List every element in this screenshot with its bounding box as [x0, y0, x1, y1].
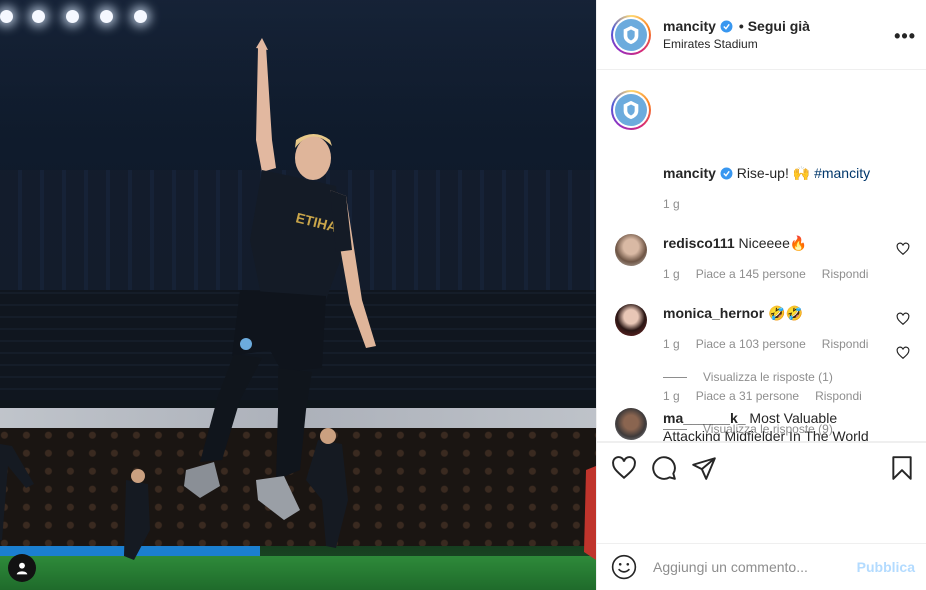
comment-likes[interactable]: Piace a 103 persone: [696, 337, 806, 351]
post-actions-bar: [597, 443, 926, 493]
emoji-smiley-icon[interactable]: [611, 554, 637, 580]
caption-avatar[interactable]: [611, 90, 651, 130]
comment-message: Niceeee🔥: [738, 235, 808, 251]
profile-avatar[interactable]: [611, 14, 651, 55]
comment-like-heart-icon[interactable]: [896, 312, 910, 326]
publish-button[interactable]: Pubblica: [857, 559, 915, 575]
comments-list: mancity Rise-up! 🙌 #mancity 1 g redisco1…: [597, 70, 926, 442]
comment-text: monica_hernor 🤣🤣: [663, 304, 883, 322]
comment-like-heart-icon[interactable]: [896, 346, 910, 360]
post-location[interactable]: Emirates Stadium: [663, 37, 810, 51]
comment-input[interactable]: [653, 559, 853, 575]
view-replies-label: Visualizza le risposte (1): [703, 370, 833, 384]
comment-text: redisco111 Niceeee🔥: [663, 234, 883, 252]
comment-message: 🤣🤣: [768, 305, 803, 321]
view-replies-label: Visualizza le risposte (9): [703, 422, 833, 436]
heart-icon[interactable]: [611, 455, 637, 481]
comment-icon[interactable]: [651, 455, 677, 481]
caption-message: Rise-up!: [736, 165, 789, 181]
caption-meta: 1 g: [663, 197, 680, 211]
comment-likes[interactable]: Piace a 31 persone: [696, 389, 799, 403]
caption-age[interactable]: 1 g: [663, 197, 680, 211]
caption-hashtag[interactable]: #mancity: [814, 165, 870, 181]
caption-text: mancity Rise-up! 🙌 #mancity: [663, 164, 913, 182]
post-header: mancity • Segui già Emirates Stadium •••: [597, 0, 926, 70]
view-replies-button[interactable]: Visualizza le risposte (1): [663, 370, 833, 384]
comment-like-heart-icon[interactable]: [896, 242, 910, 256]
caption-emoji: 🙌: [792, 165, 811, 181]
comment-age[interactable]: 1 g: [663, 267, 680, 281]
comment-avatar[interactable]: [615, 234, 647, 266]
verified-badge-icon: [720, 167, 733, 180]
comment-meta: 1 g Piace a 31 persone Rispondi: [663, 389, 862, 403]
following-status[interactable]: • Segui già: [739, 18, 810, 34]
mancity-crest-icon: [615, 94, 647, 126]
post-photo[interactable]: ETIHAD: [0, 0, 596, 590]
comment-avatar[interactable]: [615, 304, 647, 336]
comment-age[interactable]: 1 g: [663, 337, 680, 351]
add-comment-bar: Pubblica: [597, 543, 926, 590]
comment-reply-button[interactable]: Rispondi: [822, 267, 869, 281]
comment-username[interactable]: monica_hernor: [663, 305, 764, 321]
tagged-users-button[interactable]: [8, 554, 36, 582]
more-options-icon[interactable]: •••: [894, 26, 916, 47]
view-replies-button[interactable]: Visualizza le risposte (9): [663, 422, 833, 436]
comment-username[interactable]: redisco111: [663, 235, 735, 251]
mancity-crest-icon: [615, 18, 647, 51]
comment-meta: 1 g Piace a 103 persone Rispondi: [663, 337, 868, 351]
comment-reply-button[interactable]: Rispondi: [822, 337, 869, 351]
comment-likes[interactable]: Piace a 145 persone: [696, 267, 806, 281]
bookmark-icon[interactable]: [889, 455, 915, 481]
comment-reply-button[interactable]: Rispondi: [815, 389, 862, 403]
caption-username[interactable]: mancity: [663, 165, 716, 181]
send-icon[interactable]: [691, 455, 717, 481]
user-icon: [16, 562, 28, 575]
post-side-panel: mancity • Segui già Emirates Stadium •••…: [596, 0, 926, 590]
verified-badge-icon: [720, 20, 733, 33]
comment-meta: 1 g Piace a 145 persone Rispondi: [663, 267, 868, 281]
comment-avatar[interactable]: [615, 408, 647, 440]
celebrating-player-figure: ETIHAD: [0, 38, 596, 560]
comment-age[interactable]: 1 g: [663, 389, 680, 403]
header-username[interactable]: mancity: [663, 18, 716, 34]
